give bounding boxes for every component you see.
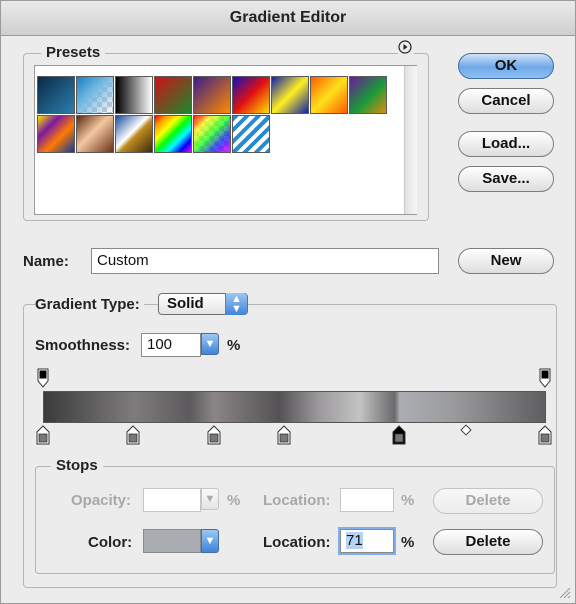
preset-swatch-violet-green-orange[interactable] — [349, 76, 387, 114]
color-location-value: 71 — [346, 532, 363, 549]
preset-swatch-copper[interactable] — [76, 115, 114, 153]
presets-legend: Presets — [41, 44, 106, 61]
save-button[interactable]: Save... — [458, 166, 554, 192]
circle-arrow-right-icon — [398, 40, 412, 54]
name-field[interactable]: Custom — [91, 248, 439, 274]
gradient-type-label: Gradient Type: — [35, 296, 144, 313]
color-stop-2[interactable] — [126, 425, 140, 445]
title-bar[interactable]: Gradient Editor — [1, 1, 575, 36]
gradient-editor-window: Gradient Editor Presets OK Cancel Load..… — [0, 0, 576, 604]
opacity-label: Opacity: — [71, 492, 132, 509]
window-title: Gradient Editor — [229, 9, 347, 26]
smoothness-label: Smoothness: — [35, 337, 131, 354]
opacity-location-field[interactable] — [340, 488, 394, 512]
color-stop-5[interactable] — [392, 425, 406, 445]
opacity-unit: % — [227, 492, 241, 509]
color-location-label: Location: — [263, 534, 331, 551]
presets-scrollbar[interactable] — [404, 66, 417, 214]
resize-grip-icon[interactable] — [557, 585, 571, 599]
preset-swatch-black-white[interactable] — [115, 76, 153, 114]
preset-swatch-chrome[interactable] — [115, 115, 153, 153]
name-label: Name: — [23, 253, 69, 270]
color-stop-3[interactable] — [207, 425, 221, 445]
color-dropdown[interactable]: ▼ — [201, 529, 219, 553]
gradient-bar[interactable] — [43, 391, 546, 423]
preset-swatch-transparent-rainbow[interactable] — [193, 115, 231, 153]
opacity-location-unit: % — [401, 492, 415, 509]
cancel-button[interactable]: Cancel — [458, 88, 554, 114]
smoothness-field[interactable]: 100 — [141, 333, 201, 357]
preset-swatch-orange-yellow-orange[interactable] — [310, 76, 348, 114]
select-arrows-icon: ▲ ▼ — [225, 293, 247, 315]
preset-swatch-foreground-to-background[interactable] — [37, 76, 75, 114]
opacity-dropdown[interactable]: ▼ — [201, 488, 219, 510]
stops-group — [35, 466, 555, 574]
opacity-stop-2[interactable] — [539, 368, 551, 388]
color-swatch[interactable] — [143, 529, 201, 553]
preset-swatch-transparent-stripes[interactable] — [232, 115, 270, 153]
color-stop-6[interactable] — [538, 425, 552, 445]
preset-swatch-violet-orange[interactable] — [193, 76, 231, 114]
color-label: Color: — [88, 534, 133, 551]
gradient-type-select[interactable]: Solid ▲ ▼ — [158, 293, 248, 315]
preset-swatch-blue-yellow-blue[interactable] — [271, 76, 309, 114]
color-location-unit: % — [401, 534, 415, 551]
preset-swatch-spectrum[interactable] — [154, 115, 192, 153]
new-button[interactable]: New — [458, 248, 554, 274]
smoothness-unit: % — [227, 337, 241, 354]
opacity-field[interactable] — [143, 488, 201, 512]
load-button[interactable]: Load... — [458, 131, 554, 157]
opacity-stop-1[interactable] — [37, 368, 49, 388]
preset-swatch-yellow-violet-orange-blue[interactable] — [37, 115, 75, 153]
gradient-type-value: Solid — [167, 295, 204, 312]
opacity-delete-button[interactable]: Delete — [433, 488, 543, 514]
opacity-location-label: Location: — [263, 492, 331, 509]
ok-button[interactable]: OK — [458, 53, 554, 79]
preset-swatch-red-green[interactable] — [154, 76, 192, 114]
preset-swatch-blue-red-yellow[interactable] — [232, 76, 270, 114]
color-delete-button[interactable]: Delete — [433, 529, 543, 555]
color-location-field[interactable]: 71 — [340, 529, 394, 553]
color-stop-1[interactable] — [36, 425, 50, 445]
preset-swatch-foreground-to-transparent[interactable] — [76, 76, 114, 114]
stops-legend: Stops — [51, 457, 103, 474]
color-stop-4[interactable] — [277, 425, 291, 445]
presets-menu-button[interactable] — [398, 40, 414, 56]
smoothness-dropdown[interactable]: ▼ — [201, 333, 219, 355]
